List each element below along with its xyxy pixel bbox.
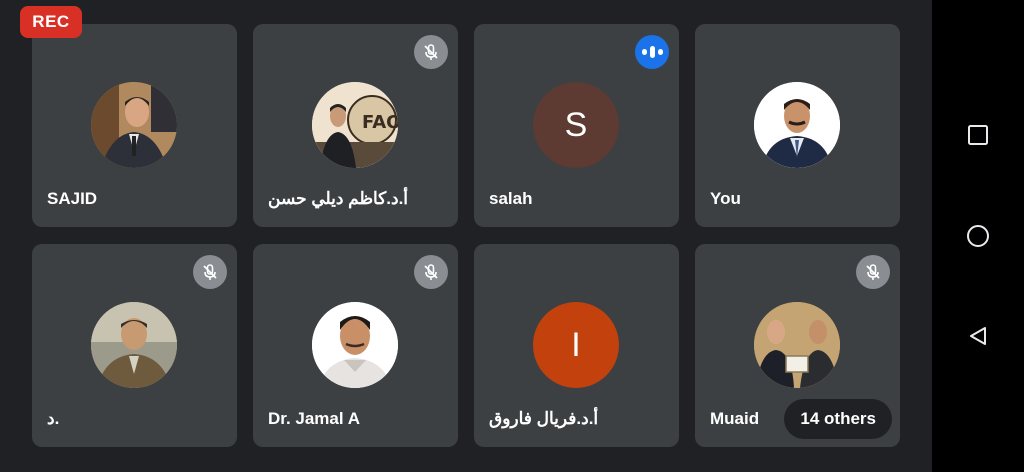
participant-tile-you[interactable]: You xyxy=(695,24,900,227)
avatar: FAO xyxy=(312,82,398,168)
participant-tile-salah[interactable]: S salah xyxy=(474,24,679,227)
avatar xyxy=(754,302,840,388)
recording-badge: REC xyxy=(20,6,82,38)
avatar xyxy=(312,302,398,388)
avatar-initial: I xyxy=(571,325,581,364)
mic-off-icon xyxy=(193,255,227,289)
avatar: I xyxy=(533,302,619,388)
participant-name: salah xyxy=(489,189,533,208)
mic-off-icon xyxy=(414,35,448,69)
participant-name: Dr. Jamal A xyxy=(268,409,360,428)
participant-name: أ.د.كاظم ديلي حسن xyxy=(268,189,409,208)
recents-square-icon[interactable] xyxy=(932,110,1024,160)
participant-name: د. xyxy=(47,409,60,428)
android-nav-bar xyxy=(932,0,1024,472)
meeting-grid: REC SAJID FAO أ.د.كاظم ديلي حسن S salah … xyxy=(0,0,932,472)
participant-tile-faryal[interactable]: I أ.د.فريال فاروق xyxy=(474,244,679,447)
participant-tile-sajid[interactable]: SAJID xyxy=(32,24,237,227)
participant-name: أ.د.فريال فاروق xyxy=(489,409,599,428)
mic-off-icon xyxy=(414,255,448,289)
avatar-initial: S xyxy=(564,105,588,144)
participant-tile-jamal[interactable]: Dr. Jamal A xyxy=(253,244,458,447)
avatar xyxy=(91,302,177,388)
participant-tile-d[interactable]: د. xyxy=(32,244,237,447)
participant-name: SAJID xyxy=(47,189,98,208)
home-circle-icon[interactable] xyxy=(932,211,1024,261)
participant-name: Muaid xyxy=(710,409,760,428)
back-triangle-icon[interactable] xyxy=(932,311,1024,361)
participant-name: You xyxy=(710,189,741,208)
mic-off-icon xyxy=(856,255,890,289)
participant-tile-muaid[interactable]: Muaid 14 others xyxy=(695,244,900,447)
participant-tile-kadhim[interactable]: FAO أ.د.كاظم ديلي حسن xyxy=(253,24,458,227)
avatar xyxy=(754,82,840,168)
others-button[interactable]: 14 others xyxy=(784,399,892,439)
svg-text:FAO: FAO xyxy=(362,112,398,133)
avatar: S xyxy=(533,82,619,168)
avatar xyxy=(91,82,177,168)
audio-level-icon xyxy=(635,35,669,69)
